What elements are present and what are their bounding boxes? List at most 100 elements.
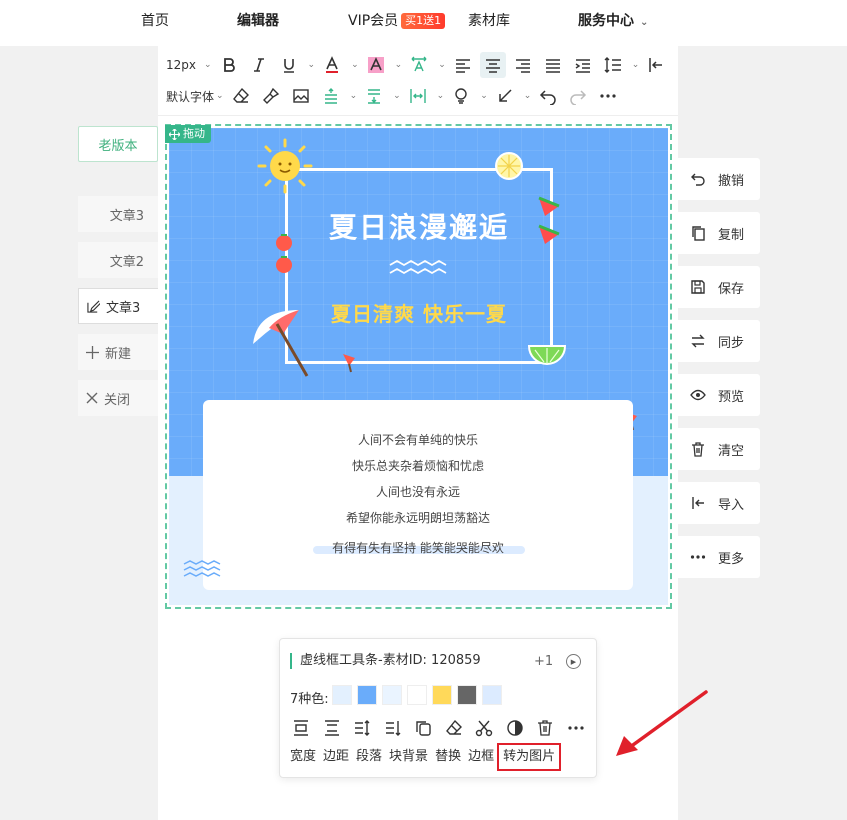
red-arrow-annotation — [616, 690, 708, 756]
chevron-down-icon: ⌄ — [216, 91, 224, 101]
undo-label: 撤销 — [718, 173, 745, 189]
line-height-button[interactable] — [600, 52, 626, 78]
new-article-button[interactable]: 新建 — [78, 334, 158, 370]
save-icon — [691, 280, 705, 294]
paragraph-spacing-icon[interactable] — [318, 83, 344, 109]
import-icon — [692, 497, 704, 509]
exit-icon[interactable] — [643, 52, 669, 78]
copy-label: 复制 — [718, 227, 745, 243]
sync-button[interactable]: 同步 — [678, 320, 760, 362]
editor-toolbar: 12px ⌄ ⌄ ⌄ ⌄ ⌄ ⌄ 默认字体 ⌄ ⌄ ⌄ ⌄ ⌄ ⌄ — [158, 46, 678, 116]
undo-icon[interactable] — [535, 83, 561, 109]
bold-button[interactable] — [216, 52, 242, 78]
paragraph-after-icon[interactable] — [361, 83, 387, 109]
align-center-button[interactable] — [479, 52, 506, 78]
nav-library[interactable]: 素材库 — [468, 12, 510, 30]
drag-label: 拖动 — [183, 127, 205, 140]
sort-icon[interactable] — [382, 717, 404, 739]
chevron-down-icon: ⌄ — [631, 60, 640, 70]
play-icon[interactable]: ▶ — [566, 654, 581, 669]
color-swatch[interactable] — [332, 685, 352, 705]
redo-icon[interactable] — [565, 83, 591, 109]
eraser-icon[interactable] — [228, 83, 254, 109]
close-article-button[interactable]: 关闭 — [78, 380, 158, 416]
copy-icon — [692, 226, 705, 241]
contrast-icon[interactable] — [504, 717, 526, 739]
clear-button[interactable]: 清空 — [678, 428, 760, 470]
trash-icon[interactable] — [534, 717, 556, 739]
format-brush-icon[interactable] — [258, 83, 284, 109]
article-tab-active[interactable]: 文章3 — [78, 288, 158, 324]
plus-icon — [86, 345, 99, 359]
close-icon — [86, 392, 98, 404]
margin-option[interactable]: 边距 — [323, 747, 349, 767]
vip-badge: 买1送1 — [401, 13, 446, 29]
more-icon[interactable] — [595, 83, 621, 109]
chevron-down-icon: ⌄ — [394, 60, 403, 70]
eraser-icon[interactable] — [443, 717, 465, 739]
color-swatch[interactable] — [407, 685, 427, 705]
chevron-down-icon: ⌄ — [393, 91, 401, 101]
color-swatch[interactable] — [482, 685, 502, 705]
nav-home[interactable]: 首页 — [141, 12, 169, 30]
copy-button[interactable]: 复制 — [678, 212, 760, 254]
more-icon[interactable] — [565, 717, 587, 739]
underline-button[interactable] — [276, 52, 302, 78]
chevron-down-icon: ⌄ — [480, 91, 488, 101]
like-count[interactable]: +1 — [534, 654, 553, 669]
font-size-select[interactable]: 12px — [166, 58, 196, 72]
color-swatch[interactable] — [457, 685, 477, 705]
letter-spacing-button[interactable] — [406, 52, 432, 78]
lightbulb-icon[interactable] — [448, 83, 474, 109]
background-color-button[interactable] — [363, 52, 389, 78]
import-button[interactable]: 导入 — [678, 482, 760, 524]
margin-icon[interactable] — [321, 717, 343, 739]
image-icon[interactable] — [288, 83, 314, 109]
save-button[interactable]: 保存 — [678, 266, 760, 308]
nav-editor[interactable]: 编辑器 — [237, 12, 279, 30]
save-label: 保存 — [718, 281, 745, 297]
article-tab[interactable]: 文章2 — [78, 242, 158, 278]
italic-button[interactable] — [246, 52, 272, 78]
color-swatch[interactable] — [432, 685, 452, 705]
scissors-icon[interactable] — [473, 717, 495, 739]
duplicate-icon[interactable] — [412, 717, 434, 739]
chevron-down-icon: ⌄ — [349, 91, 358, 101]
nav-service[interactable]: 服务中心 ⌄ — [578, 12, 648, 32]
preview-button[interactable]: 预览 — [678, 374, 760, 416]
width-option[interactable]: 宽度 — [290, 747, 316, 767]
article-tab[interactable]: 文章3 — [78, 196, 158, 232]
eye-icon — [690, 389, 706, 401]
paragraph-icon[interactable] — [351, 717, 373, 739]
chevron-down-icon: ⌄ — [307, 60, 316, 70]
indent-button[interactable] — [570, 52, 596, 78]
align-justify-button[interactable] — [540, 52, 566, 78]
element-toolbar-popup: 虚线框工具条-素材ID: 120859 +1 ▶ 7种色: 宽度 边距 段落 块… — [279, 638, 597, 778]
chevron-down-icon: ⌄ — [204, 60, 212, 70]
arrow-down-left-icon[interactable] — [492, 83, 518, 109]
undo-icon — [691, 173, 705, 186]
color-swatch[interactable] — [357, 685, 377, 705]
width-icon[interactable] — [290, 717, 312, 739]
side-margin-icon[interactable] — [405, 83, 431, 109]
more-button[interactable]: 更多 — [678, 536, 760, 578]
paragraph-option[interactable]: 段落 — [356, 747, 382, 767]
border-option[interactable]: 边框 — [468, 747, 494, 767]
more-label: 更多 — [718, 551, 745, 567]
old-version-button[interactable]: 老版本 — [78, 126, 158, 162]
drag-handle[interactable]: 拖动 — [165, 125, 211, 143]
convert-to-image-option[interactable]: 转为图片 — [497, 743, 562, 771]
color-swatch[interactable] — [382, 685, 402, 705]
font-family-select[interactable]: 默认字体 — [166, 88, 214, 105]
undo-button[interactable]: 撤销 — [678, 158, 760, 200]
replace-option[interactable]: 替换 — [435, 747, 461, 767]
align-left-button[interactable] — [450, 52, 476, 78]
edit-icon — [87, 300, 100, 313]
font-color-button[interactable] — [319, 52, 345, 78]
import-label: 导入 — [718, 497, 745, 513]
colors-label: 7种色: — [290, 692, 329, 707]
nav-vip[interactable]: VIP会员 买1送1 — [348, 12, 446, 30]
align-right-button[interactable] — [510, 52, 536, 78]
top-navigation: 首页 编辑器 VIP会员 买1送1 素材库 服务中心 ⌄ — [0, 0, 847, 46]
block-background-option[interactable]: 块背景 — [389, 747, 428, 767]
